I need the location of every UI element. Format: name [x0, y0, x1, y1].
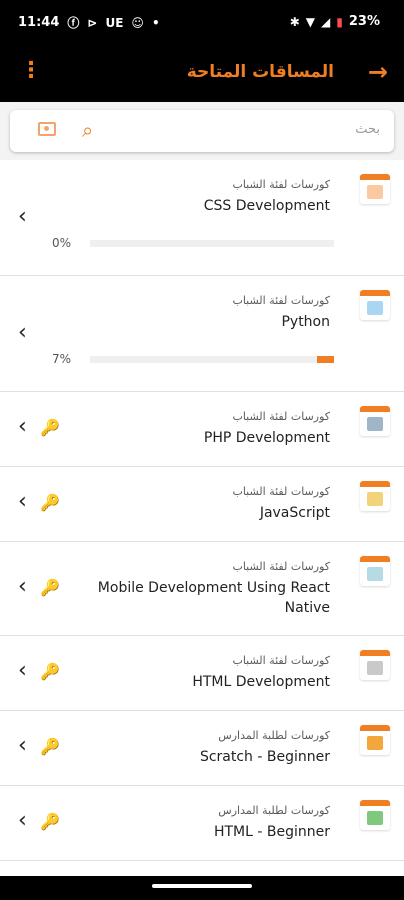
- battery-percent: 23%: [348, 14, 380, 29]
- course-category: كورسات لفئة الشباب: [232, 294, 330, 307]
- chevron-left-icon[interactable]: ‹: [18, 489, 27, 514]
- course-thumbnail: [360, 481, 390, 511]
- course-title: PHP Development: [203, 430, 330, 446]
- course-title: Scratch - Beginner: [199, 749, 330, 765]
- course-title: CSS Development: [203, 198, 330, 214]
- progress-fill: [316, 356, 334, 363]
- chevron-left-icon[interactable]: ‹: [18, 574, 27, 599]
- course-title-line2: Native: [284, 600, 330, 616]
- signal-icon: ◢: [321, 14, 331, 29]
- back-arrow-icon[interactable]: →: [368, 58, 388, 86]
- list-item[interactable]: كورسات لطلبة المدارس Scratch - Beginner …: [0, 711, 404, 786]
- bluetooth-icon: ✱: [289, 14, 300, 29]
- chevron-left-icon[interactable]: ‹: [18, 733, 27, 758]
- chevron-left-icon[interactable]: ‹: [18, 658, 27, 683]
- course-category: كورسات لفئة الشباب: [232, 560, 330, 573]
- course-category: كورسات لفئة الشباب: [232, 410, 330, 423]
- progress-percent: 7%: [52, 352, 72, 366]
- course-title: HTML - Beginner: [213, 824, 330, 840]
- list-item[interactable]: كورسات لفئة الشباب Python ‹ 7%: [0, 276, 404, 392]
- list-item[interactable]: كورسات لفئة الشباب CSS Development ‹ 0%: [0, 160, 404, 276]
- course-thumbnail: [360, 800, 390, 830]
- course-category: كورسات لفئة الشباب: [232, 654, 330, 667]
- battery-icon: ▮: [336, 14, 343, 29]
- progress-percent: 0%: [52, 236, 72, 250]
- course-thumbnail: [360, 406, 390, 436]
- tag-icon[interactable]: [38, 122, 56, 136]
- status-bar: 11:44 ⓕ ⊳ UE ☺ • ✱ ▼ ◢ ▮ 23%: [0, 0, 404, 44]
- chevron-left-icon[interactable]: ‹: [18, 204, 27, 229]
- course-thumbnail: [360, 290, 390, 320]
- playstation-icon: ⊳: [87, 15, 98, 30]
- facebook-icon: ⓕ: [67, 16, 80, 30]
- list-item[interactable]: كورسات لفئة الشباب Mobile Development Us…: [0, 542, 404, 636]
- course-category: كورسات لطلبة المدارس: [218, 804, 330, 817]
- search-placeholder: بحث: [355, 122, 380, 137]
- list-item[interactable]: كورسات لفئة الشباب HTML Development ‹ 🔑: [0, 636, 404, 711]
- search-input[interactable]: ⌕ بحث: [10, 110, 394, 152]
- carrier-label: UE: [105, 15, 124, 30]
- navigation-bar: [0, 876, 404, 900]
- course-category: كورسات لفئة الشباب: [232, 485, 330, 498]
- chevron-left-icon[interactable]: ‹: [18, 414, 27, 439]
- course-category: كورسات لفئة الشباب: [232, 178, 330, 191]
- home-indicator[interactable]: [152, 884, 252, 888]
- key-icon: 🔑: [40, 578, 60, 597]
- chevron-left-icon[interactable]: ‹: [18, 320, 27, 345]
- more-options-icon[interactable]: ⋮: [20, 60, 42, 82]
- course-title: Python: [281, 314, 330, 330]
- notification-dot: •: [151, 15, 160, 30]
- wifi-icon: ▼: [305, 14, 316, 29]
- course-thumbnail: [360, 725, 390, 755]
- search-section: ⌕ بحث: [0, 102, 404, 160]
- page-title: المساقات المتاحة: [186, 62, 334, 82]
- key-icon: 🔑: [40, 493, 60, 512]
- search-icon[interactable]: ⌕: [82, 118, 93, 142]
- chevron-left-icon[interactable]: ‹: [18, 808, 27, 833]
- key-icon: 🔑: [40, 737, 60, 756]
- course-list: كورسات لفئة الشباب CSS Development ‹ 0% …: [0, 160, 404, 861]
- progress-bar: [90, 240, 334, 247]
- course-thumbnail: [360, 174, 390, 204]
- list-item[interactable]: كورسات لفئة الشباب JavaScript ‹ 🔑: [0, 467, 404, 542]
- course-thumbnail: [360, 650, 390, 680]
- clock: 11:44: [18, 15, 60, 30]
- app-bar: ⋮ المساقات المتاحة →: [0, 44, 404, 102]
- key-icon: 🔑: [40, 662, 60, 681]
- progress-bar: [90, 356, 334, 363]
- course-title: JavaScript: [259, 505, 330, 521]
- list-item[interactable]: كورسات لفئة الشباب PHP Development ‹ 🔑: [0, 392, 404, 467]
- list-item[interactable]: كورسات لطلبة المدارس HTML - Beginner ‹ 🔑: [0, 786, 404, 861]
- course-title: HTML Development: [192, 674, 330, 690]
- key-icon: 🔑: [40, 418, 60, 437]
- course-title-line1: Mobile Development Using React: [97, 580, 330, 596]
- key-icon: 🔑: [40, 812, 60, 831]
- course-thumbnail: [360, 556, 390, 586]
- snapchat-icon: ☺: [131, 15, 144, 30]
- course-category: كورسات لطلبة المدارس: [218, 729, 330, 742]
